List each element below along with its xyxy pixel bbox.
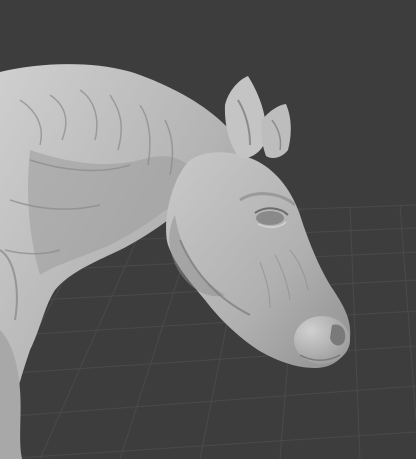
eye [256, 211, 284, 225]
3d-viewport[interactable] [0, 0, 416, 459]
viewport-canvas[interactable] [0, 0, 416, 459]
horse-model[interactable] [0, 64, 351, 459]
ear-right [261, 104, 291, 158]
